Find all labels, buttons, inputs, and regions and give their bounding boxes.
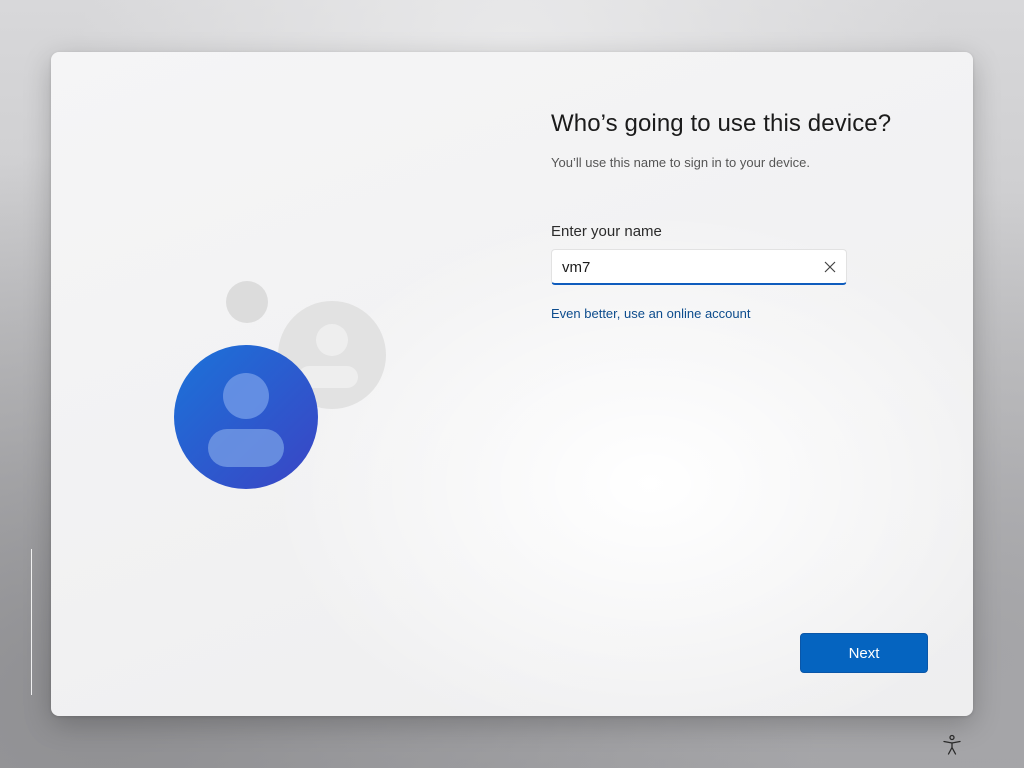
clear-input-button[interactable] (818, 255, 842, 279)
name-input-box (551, 249, 847, 285)
primary-avatar-head (223, 373, 269, 419)
name-field-label: Enter your name (551, 223, 662, 240)
primary-avatar-body (208, 429, 284, 467)
online-account-link[interactable]: Even better, use an online account (551, 306, 750, 321)
page-subtitle: You’ll use this name to sign in to your … (551, 155, 810, 170)
next-button[interactable]: Next (800, 633, 928, 673)
secondary-avatar-head (316, 324, 348, 356)
small-avatar-circle (226, 281, 268, 323)
setup-progress-line (31, 549, 32, 695)
accessibility-icon (943, 734, 961, 755)
close-icon (824, 261, 836, 273)
setup-card: Who’s going to use this device? You’ll u… (51, 52, 973, 716)
page-title: Who’s going to use this device? (551, 110, 892, 137)
name-input[interactable] (562, 250, 812, 284)
user-accounts-illustration (174, 281, 386, 489)
accessibility-button[interactable] (940, 733, 964, 757)
